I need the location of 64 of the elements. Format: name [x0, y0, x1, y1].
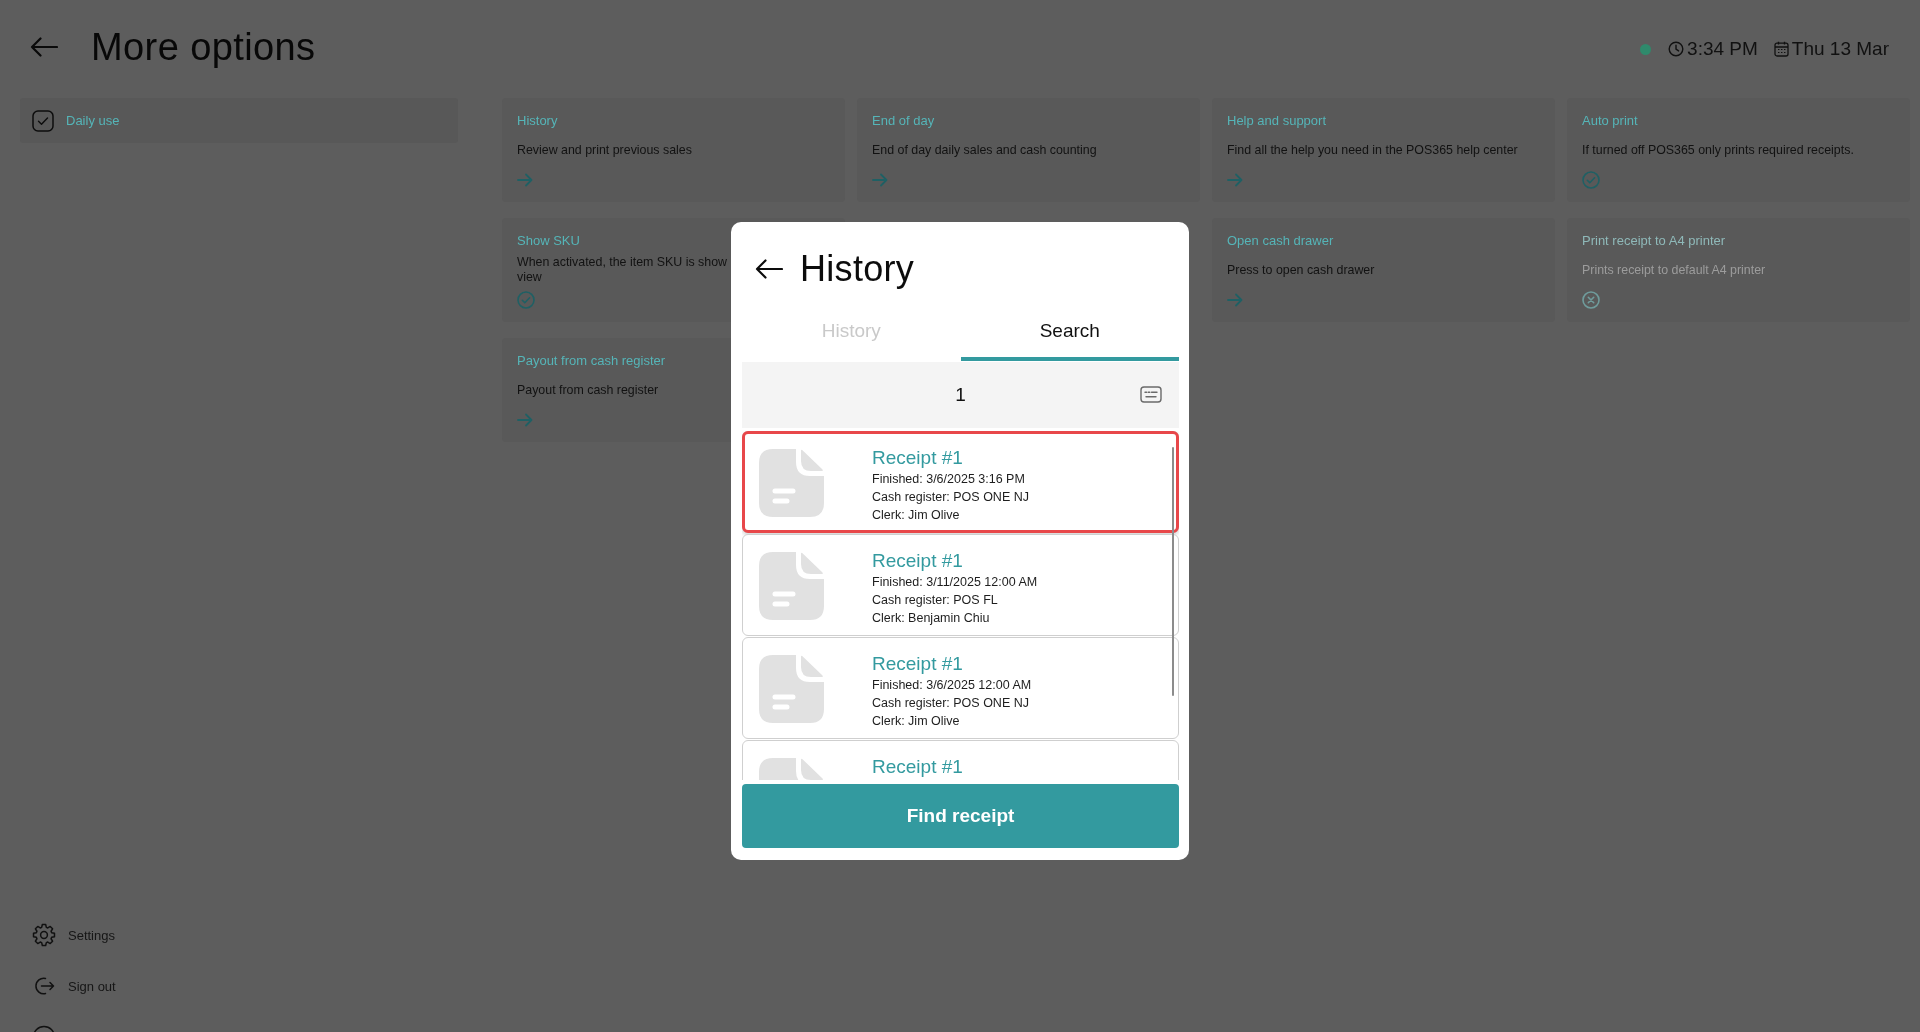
- option-card[interactable]: Auto print If turned off POS365 only prints required receipts.: [1567, 98, 1910, 202]
- receipt-title: Receipt #1: [872, 549, 964, 573]
- receipt-title: Receipt #1: [872, 446, 964, 470]
- check-circle-icon[interactable]: [1582, 171, 1600, 189]
- option-description: If turned off POS365 only prints required receipts.: [1582, 142, 1854, 158]
- option-title: Auto print: [1582, 113, 1639, 129]
- arrow-right-icon: [1227, 171, 1243, 189]
- clock-icon: [1668, 41, 1685, 57]
- option-description: Press to open cash drawer: [1227, 262, 1375, 278]
- option-description: Review and print previous sales: [517, 142, 692, 158]
- sidebar-item[interactable]: Settings: [20, 915, 458, 955]
- sidebar-item[interactable]: Daily use: [20, 98, 458, 143]
- receipt-detail: Clerk: Jim Olive: [872, 713, 961, 730]
- receipt-detail: Finished: 3/11/2025 12:00 AM: [872, 574, 1038, 591]
- document-icon: [759, 552, 824, 620]
- option-title: Open cash drawer: [1227, 233, 1335, 249]
- receipt-detail: Cash register: POS FL: [872, 592, 999, 609]
- calendar-icon: [1773, 41, 1789, 57]
- option-description: End of day daily sales and cash counting: [872, 142, 1097, 158]
- option-description: Payout from cash register: [517, 382, 659, 398]
- receipt-title: Receipt #1: [872, 755, 963, 779]
- back-arrow-icon[interactable]: [755, 259, 783, 279]
- receipt-detail: Finished: 3/6/2025 12:00 AM: [872, 677, 1032, 694]
- check-circle-icon[interactable]: [517, 291, 535, 309]
- option-title: End of day: [872, 113, 936, 129]
- receipt-card[interactable]: Receipt #1 Finished: 3/6/2025 12:00 AM Cash register: POS ONE NJ Clerk: Jim Olive: [742, 637, 1179, 739]
- document-icon: [759, 655, 824, 723]
- find-receipt-button[interactable]: Find receipt: [742, 784, 1179, 848]
- receipt-detail: Finished: 3/6/2025 3:16 PM: [872, 471, 1026, 488]
- keyboard-icon[interactable]: [1140, 386, 1162, 403]
- document-icon: [759, 449, 824, 517]
- receipt-detail: Clerk: Benjamin Chiu: [872, 610, 991, 627]
- option-description: Find all the help you need in the POS365 help center: [1227, 142, 1518, 158]
- receipt-card[interactable]: Receipt #1 Finished: 3/6/2025 3:16 PM Cash register: POS ONE NJ Clerk: Jim Olive: [742, 431, 1179, 533]
- option-title: Print receipt to A4 printer: [1582, 233, 1727, 249]
- search-field[interactable]: 1: [742, 362, 1179, 428]
- option-title: Payout from cash register: [517, 353, 667, 369]
- receipt-detail: Cash register: POS ONE NJ: [872, 695, 1030, 712]
- option-card[interactable]: History Review and print previous sales: [502, 98, 845, 202]
- arrow-right-icon: [517, 411, 533, 429]
- receipt-card[interactable]: Receipt #1 Finished: 3/11/2025 12:00 AM Cash register: POS FL Clerk: Benjamin Chiu: [742, 534, 1179, 636]
- option-title: Show SKU: [517, 233, 581, 249]
- option-title: History: [517, 113, 559, 129]
- option-card[interactable]: Help and support Find all the help you need in the POS365 help center: [1212, 98, 1555, 202]
- clock-time: 3:34 PM: [1687, 38, 1758, 60]
- date-text: Thu 13 Mar: [1791, 38, 1889, 60]
- receipt-title: Receipt #1: [872, 652, 964, 676]
- arrow-right-icon: [517, 171, 533, 189]
- sign-out-icon: [32, 974, 56, 998]
- arrow-right-icon: [872, 171, 888, 189]
- gear-icon: [32, 923, 56, 947]
- receipt-detail: Cash register: POS ONE NJ: [872, 489, 1029, 506]
- sidebar-item[interactable]: Sign out: [20, 966, 458, 1006]
- option-description: When activated, the item SKU is show view: [517, 255, 728, 285]
- scrollbar[interactable]: [1172, 447, 1174, 696]
- option-card[interactable]: End of day End of day daily sales and cash counting: [857, 98, 1200, 202]
- receipt-card[interactable]: Receipt #1: [742, 740, 1179, 780]
- checkbox-icon: [32, 109, 54, 132]
- option-description: Prints receipt to default A4 printer: [1582, 262, 1766, 278]
- page-title: More options: [91, 25, 316, 69]
- option-title: Help and support: [1227, 113, 1327, 129]
- receipt-detail: Clerk: Jim Olive: [872, 507, 961, 524]
- arrow-right-icon: [1227, 291, 1243, 309]
- option-card[interactable]: Open cash drawer Press to open cash drawer: [1212, 218, 1555, 322]
